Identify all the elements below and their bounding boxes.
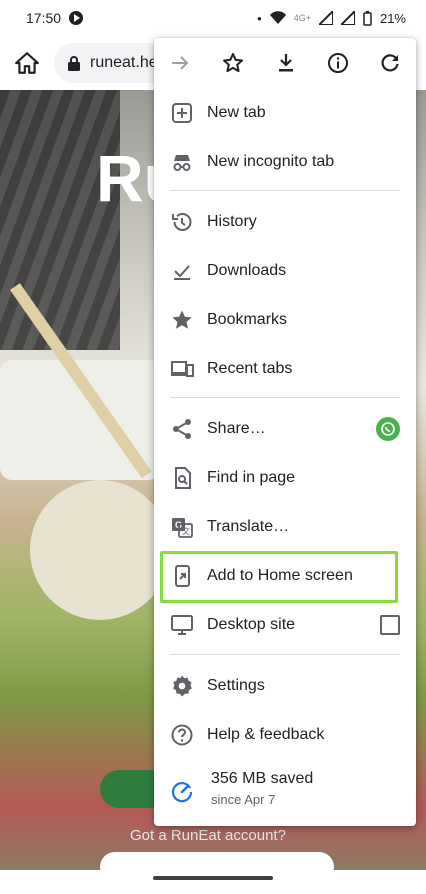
menu-divider: [170, 654, 400, 655]
menu-item-new-tab[interactable]: New tab: [154, 91, 416, 135]
url-text: runeat.he: [90, 54, 158, 71]
menu-item-label: Bookmarks: [207, 311, 288, 328]
menu-divider: [170, 397, 400, 398]
menu-divider: [170, 190, 400, 191]
menu-icon-row: [154, 38, 416, 88]
signal-icon-2: [340, 11, 355, 25]
menu-item-label: New tab: [207, 104, 266, 121]
menu-item-translate[interactable]: G文 Translate…: [154, 505, 416, 549]
menu-item-label: Share…: [207, 420, 266, 437]
download-icon[interactable]: [274, 51, 298, 75]
data-saved-subtitle: since Apr 7: [211, 792, 276, 807]
signal-icon: [318, 11, 333, 25]
menu-item-label: Recent tabs: [207, 360, 293, 377]
wifi-icon: [269, 11, 286, 24]
info-icon[interactable]: [326, 51, 350, 75]
menu-item-data-saved[interactable]: 356 MB saved since Apr 7: [154, 762, 416, 816]
desktop-site-checkbox[interactable]: [380, 615, 400, 635]
whatsapp-icon[interactable]: [376, 417, 400, 441]
lte-indicator: 4G+: [293, 13, 311, 23]
menu-item-downloads[interactable]: Downloads: [154, 249, 416, 293]
screen-record-icon: [69, 11, 84, 25]
menu-item-label: History: [207, 213, 257, 230]
bookmark-star-icon: [172, 310, 192, 329]
forward-icon[interactable]: [168, 51, 192, 75]
desktop-icon: [171, 615, 193, 635]
star-icon[interactable]: [221, 51, 245, 75]
account-prompt[interactable]: Got a RunEat account?: [130, 827, 286, 844]
menu-item-label: Settings: [207, 677, 265, 694]
menu-item-settings[interactable]: Settings: [154, 664, 416, 708]
history-icon: [172, 213, 192, 231]
menu-item-desktop-site[interactable]: Desktop site: [154, 603, 416, 647]
menu-item-new-incognito-tab[interactable]: New incognito tab: [154, 140, 416, 184]
downloads-icon: [174, 265, 190, 280]
new-tab-icon: [172, 103, 192, 123]
menu-item-label: Desktop site: [207, 616, 296, 633]
share-icon: [173, 419, 191, 439]
lite-mode-gauge-icon: [171, 782, 193, 803]
clock: 17:50: [26, 10, 62, 26]
menu-item-help-feedback[interactable]: Help & feedback: [154, 713, 416, 757]
svg-text:文: 文: [182, 526, 190, 536]
secondary-button[interactable]: [100, 852, 334, 870]
menu-item-bookmarks[interactable]: Bookmarks: [154, 298, 416, 342]
menu-item-label: Translate…: [207, 518, 290, 535]
highlight-box: [160, 551, 398, 603]
menu-item-share[interactable]: Share…: [154, 407, 416, 451]
recent-tabs-icon: [171, 361, 194, 377]
find-in-page-icon: [175, 467, 191, 489]
menu-item-label: Find in page: [207, 469, 296, 486]
overflow-menu: New tab New incognito tab History Downlo…: [154, 38, 416, 826]
status-bar: 17:50 • 4G+ 21%: [0, 0, 426, 36]
menu-item-recent-tabs[interactable]: Recent tabs: [154, 347, 416, 391]
incognito-icon: [173, 155, 191, 171]
gesture-nav-bar: [0, 870, 426, 894]
menu-item-label: Downloads: [207, 262, 287, 279]
menu-item-find-in-page[interactable]: Find in page: [154, 456, 416, 500]
settings-gear-icon: [173, 675, 192, 697]
menu-item-history[interactable]: History: [154, 200, 416, 244]
home-gesture-handle[interactable]: [153, 876, 273, 880]
data-saved-title: 356 MB saved: [211, 770, 314, 787]
battery-level: 21%: [379, 10, 406, 26]
photo-apron: [0, 90, 120, 350]
refresh-icon[interactable]: [378, 51, 402, 75]
lock-icon: [68, 55, 80, 71]
photo-scoop: [30, 480, 170, 620]
help-icon: [171, 724, 193, 746]
menu-item-label: New incognito tab: [207, 153, 335, 170]
home-icon[interactable]: [14, 50, 40, 76]
menu-item-label: Help & feedback: [207, 726, 325, 743]
battery-icon: [363, 10, 372, 26]
translate-icon: G文: [172, 518, 193, 538]
dot-icon: •: [257, 10, 262, 26]
